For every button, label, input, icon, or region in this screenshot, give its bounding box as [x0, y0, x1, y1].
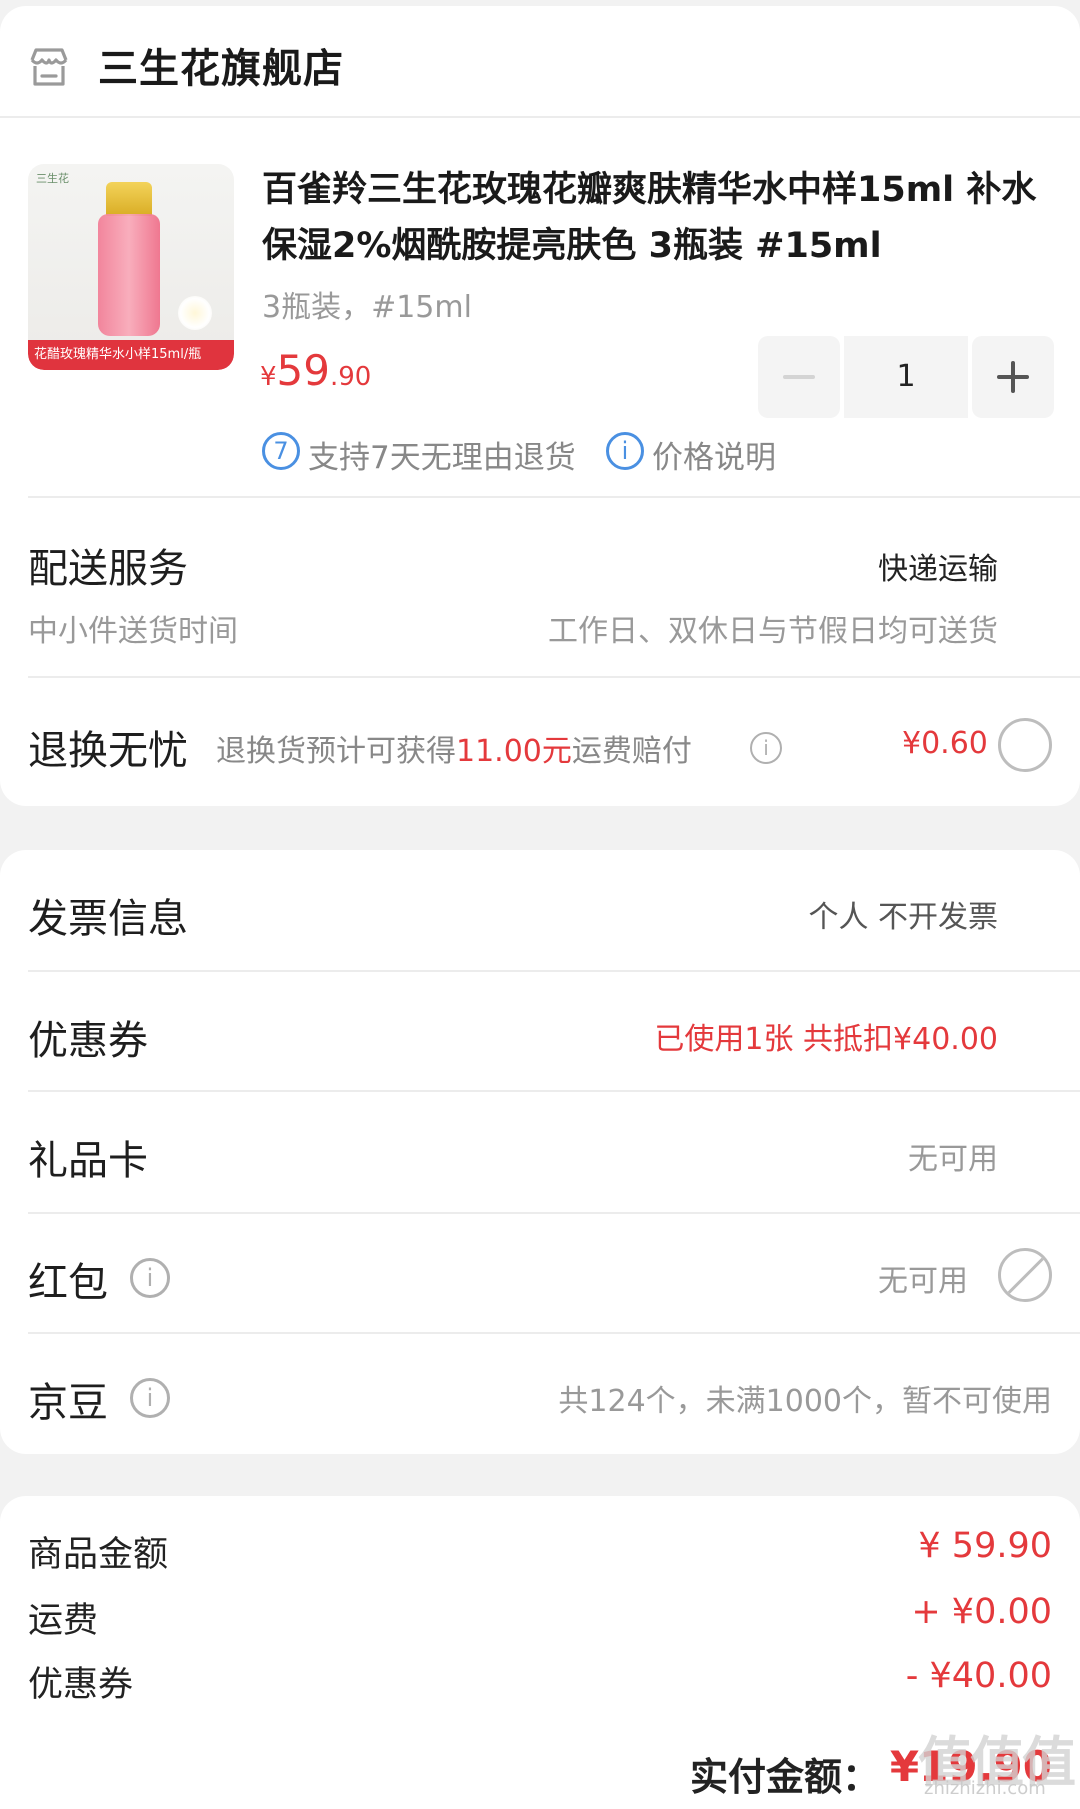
delivery-title: 配送服务 — [28, 546, 188, 592]
product-variant[interactable]: 3瓶装，#15ml — [262, 282, 472, 326]
return-7day-label[interactable]: 支持7天无理由退货 — [308, 432, 576, 477]
divider — [28, 676, 1080, 678]
bottle-cap-graphic — [106, 182, 152, 216]
thumb-brand: 三生花 — [36, 172, 69, 185]
gift-card-title: 礼品卡 — [28, 1138, 148, 1184]
return-worry-free-title: 退换无忧 — [28, 728, 188, 774]
summary-shipping-label: 运费 — [28, 1601, 99, 1641]
watermark-url: zhizhizhi.com — [924, 1778, 1046, 1799]
store-name[interactable]: 三生花旗舰店 — [98, 36, 344, 94]
product-title[interactable]: 百雀羚三生花玫瑰花瓣爽肤精华水中样15ml 补水保湿2%烟酰胺提亮肤色 3瓶装 … — [262, 162, 1057, 274]
quantity-input[interactable]: 1 — [844, 336, 968, 418]
desc-prefix: 退换货预计可获得 — [216, 734, 456, 769]
return-worry-free-desc: 退换货预计可获得11.00元运费赔付 — [216, 726, 692, 770]
delivery-sub-label: 中小件送货时间 — [28, 614, 238, 649]
desc-amount: 11.00元 — [456, 734, 572, 769]
delivery-sub-value: 工作日、双休日与节假日均可送货 — [548, 614, 998, 649]
divider — [28, 1090, 1080, 1092]
summary-goods-label: 商品金额 — [28, 1535, 169, 1575]
price-integer: 59 — [276, 346, 330, 395]
invoice-value[interactable]: 个人 不开发票 — [808, 892, 998, 936]
plus-icon-vertical — [1011, 361, 1015, 393]
gift-card-value[interactable]: 无可用 — [908, 1134, 998, 1178]
price-decimal: .90 — [330, 362, 372, 392]
minus-icon — [783, 375, 815, 379]
desc-suffix: 运费赔付 — [571, 734, 692, 769]
store-icon — [28, 46, 70, 88]
flower-graphic — [178, 296, 212, 330]
product-price: ¥59.90 — [260, 346, 371, 395]
product-image[interactable]: 三生花 花醋玫瑰精华水小样15ml/瓶 — [28, 164, 234, 370]
red-packet-info-icon[interactable]: i — [130, 1258, 170, 1298]
increase-button[interactable] — [972, 336, 1054, 418]
summary-coupon-label: 优惠券 — [28, 1665, 134, 1705]
order-card: 三生花旗舰店 三生花 花醋玫瑰精华水小样15ml/瓶 百雀羚三生花玫瑰花瓣爽肤精… — [0, 6, 1080, 806]
info-icon[interactable]: i — [750, 732, 782, 764]
red-packet-title: 红包 — [28, 1260, 108, 1306]
divider — [28, 1212, 1080, 1214]
jingdou-info-icon[interactable]: i — [130, 1378, 170, 1418]
summary-coupon-value: - ¥40.00 — [905, 1656, 1052, 1696]
coupon-title: 优惠券 — [28, 1018, 148, 1064]
return-worry-free-radio[interactable] — [998, 718, 1052, 772]
price-info-icon: i — [606, 432, 644, 470]
disabled-icon — [998, 1248, 1052, 1302]
coupon-value[interactable]: 已使用1张 共抵扣¥40.00 — [654, 1014, 998, 1058]
price-currency: ¥ — [260, 362, 277, 392]
payment-options-card: 发票信息 个人 不开发票 优惠券 已使用1张 共抵扣¥40.00 礼品卡 无可用… — [0, 850, 1080, 1454]
delivery-method[interactable]: 快递运输 — [878, 544, 998, 588]
divider — [0, 116, 1080, 118]
divider — [28, 496, 1080, 498]
total-label: 实付金额： — [690, 1755, 881, 1799]
red-packet-value: 无可用 — [878, 1264, 968, 1299]
divider — [28, 1332, 1080, 1334]
summary-goods-value: ¥ 59.90 — [918, 1526, 1052, 1566]
price-info-label[interactable]: 价格说明 — [652, 432, 776, 477]
decrease-button[interactable] — [758, 336, 840, 418]
divider — [28, 970, 1080, 972]
quantity-stepper: 1 — [758, 336, 1054, 418]
thumb-banner: 花醋玫瑰精华水小样15ml/瓶 — [28, 340, 234, 370]
return-7day-icon: 7 — [262, 432, 300, 470]
summary-shipping-value: + ¥0.00 — [911, 1592, 1052, 1632]
jingdou-value: 共124个，未满1000个，暂不可使用 — [558, 1384, 1052, 1419]
return-worry-free-price: ¥0.60 — [902, 726, 988, 761]
jingdou-title: 京豆 — [28, 1380, 108, 1426]
invoice-title: 发票信息 — [28, 896, 188, 942]
bottle-graphic — [98, 214, 160, 336]
